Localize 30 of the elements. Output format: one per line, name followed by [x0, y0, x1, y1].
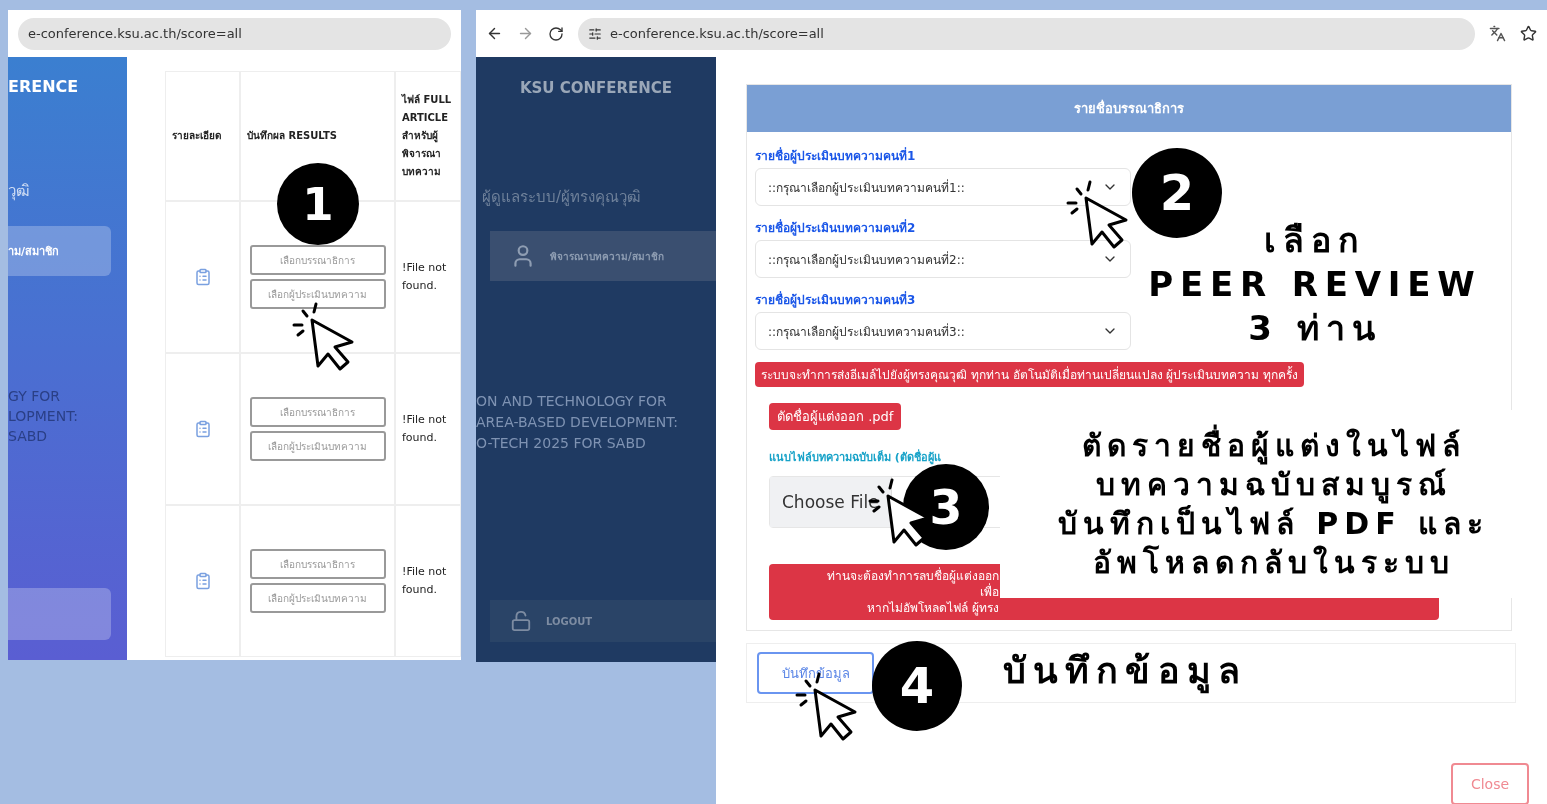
- sidebar-title: KSU CONFERENCE: [519, 79, 673, 97]
- callout-text: อัพโหลดกลับในระบบ: [1092, 544, 1455, 582]
- callout-text: PEER REVIEW: [1148, 263, 1482, 307]
- field-label: รายชื่อผู้ประเมินบทความคนที่2: [755, 218, 916, 238]
- callout-text: บทความฉบับสมบูรณ์: [1095, 465, 1452, 504]
- conference-caption: GY FOR LOPMENT: SABD: [8, 387, 79, 446]
- callout-text: บันทึกข้อมูล: [1002, 648, 1248, 695]
- callout-text: ตัดรายชื่อผู้แต่งในไฟล์: [1081, 426, 1466, 465]
- field-label: แนบไฟล์บทความฉบับเต็ม (ตัดชื่อผู้แ: [769, 448, 942, 466]
- notice-banner: ระบบจะทำการส่งอีเมล์ไปยังผู้ทรงคุณวุฒิ ทุกท่าน อัตโนมัติเมื่อท่านเปลี่ยนแปลง ผู้ประเมินบทความ ทุกครั้ง: [755, 362, 1305, 387]
- logout-label: LOGOUT: [546, 615, 593, 627]
- field-label: รายชื่อผู้ประเมินบทความคนที่3: [755, 290, 916, 310]
- warning-text: หากไม่อัพโหลดไฟล์ ผู้ทรง: [867, 600, 999, 616]
- callout-text: เลือก: [1264, 219, 1366, 262]
- sidebar-section: ผู้ดูแลระบบ/ผู้ทรงคุณวุฒิ: [482, 185, 716, 209]
- sidebar-item-label: พิจารณาบทความ/สมาชิก: [550, 249, 664, 264]
- sidebar-title: ERENCE: [8, 77, 79, 96]
- column-header: รายละเอียด: [165, 71, 240, 201]
- warning-text: ท่านจะต้องทำการลบชื่อผู้แต่งออก: [827, 568, 999, 584]
- warning-text: เพื่อ: [980, 584, 999, 600]
- table-cell: !File not found.: [395, 353, 461, 505]
- url-text: e-conference.ksu.ac.th/score=all: [610, 26, 824, 41]
- table-cell: !File not found.: [395, 505, 461, 657]
- column-header: ไฟล์ FULL ARTICLE สำหรับผู้พิจารณาบทความ: [395, 71, 461, 201]
- conference-caption: ON AND TECHNOLOGY FOR AREA-BASED DEVELOPMENT: O-TECH 2025 FOR SABD: [476, 392, 680, 453]
- callout-text: บันทึกเป็นไฟล์ PDF และ: [1057, 505, 1490, 543]
- callout-text: 3 ท่าน: [1248, 307, 1382, 351]
- table-cell: !File not found.: [395, 201, 461, 353]
- field-label: รายชื่อผู้ประเมินบทความคนที่1: [755, 146, 916, 166]
- modal-title: รายชื่อบรรณาธิการ: [747, 85, 1511, 132]
